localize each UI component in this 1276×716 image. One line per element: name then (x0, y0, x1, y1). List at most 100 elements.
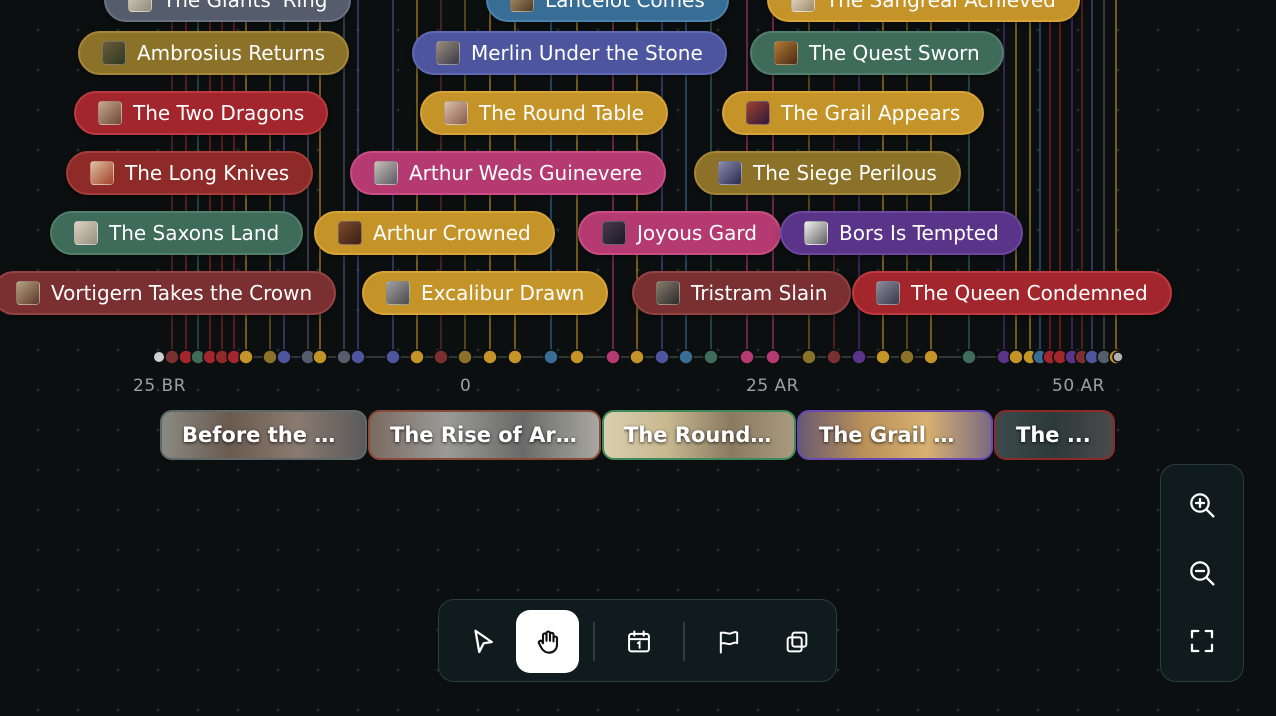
timeline-event-marker[interactable] (875, 349, 891, 365)
timeline-event-marker[interactable] (507, 349, 523, 365)
event-thumbnail (386, 281, 410, 305)
timeline-event-marker[interactable] (739, 349, 755, 365)
event-pill-saxons-land[interactable]: The Saxons Land (50, 211, 304, 255)
timeline-event-marker[interactable] (543, 349, 559, 365)
tool-palette (438, 599, 837, 682)
calendar-icon (627, 630, 650, 652)
timeline-event-marker[interactable] (654, 349, 670, 365)
duplicate-button[interactable] (765, 610, 828, 673)
event-pill-arthur-weds-guinevere[interactable]: Arthur Weds Guinevere (350, 151, 666, 195)
toolbar-divider (683, 622, 685, 661)
event-pill-lancelot-comes[interactable]: Lancelot Comes (486, 0, 729, 22)
add-marker-button[interactable] (697, 610, 760, 673)
event-pill-quest-sworn[interactable]: The Quest Sworn (750, 31, 1004, 75)
event-pill-two-dragons[interactable]: The Two Dragons (74, 91, 329, 135)
timeline-event-marker[interactable] (605, 349, 621, 365)
event-thumbnail (98, 101, 122, 125)
event-pill-long-knives[interactable]: The Long Knives (66, 151, 314, 195)
timeline-event-marker[interactable] (482, 349, 498, 365)
zoom-out-button[interactable] (1171, 545, 1233, 601)
timeline-event-marker[interactable] (433, 349, 449, 365)
event-thumbnail (436, 41, 460, 65)
add-event-button[interactable] (607, 610, 670, 673)
timeline-event-marker[interactable] (629, 349, 645, 365)
axis-tick-label: 50 AR (1052, 376, 1105, 396)
axis-tick-label: 25 BR (133, 376, 187, 396)
timeline-event-marker[interactable] (336, 349, 352, 365)
event-thumbnail (718, 161, 742, 185)
timeline-event-marker[interactable] (276, 349, 292, 365)
event-thumbnail (510, 0, 534, 12)
event-thumbnail (128, 0, 152, 12)
timeline-event-marker[interactable] (851, 349, 867, 365)
event-pill-round-table[interactable]: The Round Table (420, 91, 668, 135)
timeline-event-marker[interactable] (312, 349, 328, 365)
axis-tick-label: 25 AR (746, 376, 799, 396)
fit-to-screen-button[interactable] (1171, 613, 1233, 669)
event-thumbnail (774, 41, 798, 65)
era-bar[interactable]: Before the S... (160, 410, 367, 460)
pan-tool-button[interactable] (516, 610, 579, 673)
event-thumbnail (16, 281, 40, 305)
timeline-event-marker[interactable] (1008, 349, 1024, 365)
event-pill-vortigern-crown[interactable]: Vortigern Takes the Crown (0, 271, 337, 315)
event-thumbnail (374, 161, 398, 185)
axis-tick-label: 0 (460, 376, 472, 396)
timeline-event-marker[interactable] (385, 349, 401, 365)
era-bar[interactable]: The Rise of Art... (368, 410, 601, 460)
event-pill-tristram-slain[interactable]: Tristram Slain (632, 271, 852, 315)
timeline-event-marker[interactable] (1112, 351, 1124, 363)
event-thumbnail (876, 281, 900, 305)
timeline-event-marker[interactable] (262, 349, 278, 365)
event-pill-ambrosius-returns[interactable]: Ambrosius Returns (78, 31, 350, 75)
timeline-event-marker[interactable] (961, 349, 977, 365)
era-bar[interactable]: The ... (994, 410, 1115, 460)
event-thumbnail (656, 281, 680, 305)
toolbar-divider (593, 622, 595, 661)
era-bar[interactable]: The Grail Q... (797, 410, 993, 460)
event-pill-sangreal-achieved[interactable]: The Sangreal Achieved (767, 0, 1080, 22)
timeline-event-marker[interactable] (826, 349, 842, 365)
event-pill-grail-appears[interactable]: The Grail Appears (722, 91, 985, 135)
zoom-in-button[interactable] (1171, 477, 1233, 533)
event-thumbnail (102, 41, 126, 65)
event-thumbnail (444, 101, 468, 125)
event-pill-siege-perilous[interactable]: The Siege Perilous (694, 151, 961, 195)
timeline-event-marker[interactable] (703, 349, 719, 365)
timeline-event-marker[interactable] (457, 349, 473, 365)
era-bar[interactable]: The Round ... (602, 410, 796, 460)
zoom-controls (1160, 464, 1244, 682)
timeline-event-marker[interactable] (899, 349, 915, 365)
zoom-in-icon (1190, 493, 1215, 518)
timeline-event-marker[interactable] (350, 349, 366, 365)
event-pill-merlin-under-stone[interactable]: Merlin Under the Stone (412, 31, 727, 75)
cursor-arrow-icon (473, 629, 493, 653)
event-pill-bors-tempted[interactable]: Bors Is Tempted (780, 211, 1023, 255)
event-thumbnail (74, 221, 98, 245)
select-tool-button[interactable] (451, 610, 514, 673)
copy-icon (786, 631, 807, 652)
timeline-event-marker[interactable] (238, 349, 254, 365)
zoom-out-icon (1190, 561, 1215, 586)
event-pill-joyous-gard[interactable]: Joyous Gard (578, 211, 781, 255)
event-pill-giants-ring[interactable]: The Giants' Ring (104, 0, 352, 22)
event-pill-excalibur-drawn[interactable]: Excalibur Drawn (362, 271, 609, 315)
timeline-event-marker[interactable] (923, 349, 939, 365)
event-pill-queen-condemned[interactable]: The Queen Condemned (852, 271, 1172, 315)
timeline-event-marker[interactable] (409, 349, 425, 365)
event-thumbnail (338, 221, 362, 245)
timeline-event-marker[interactable] (164, 349, 180, 365)
timeline-event-marker[interactable] (569, 349, 585, 365)
event-thumbnail (90, 161, 114, 185)
event-pill-arthur-crowned[interactable]: Arthur Crowned (314, 211, 555, 255)
hand-icon (537, 630, 558, 654)
timeline-event-marker[interactable] (801, 349, 817, 365)
timeline-event-marker[interactable] (765, 349, 781, 365)
event-thumbnail (746, 101, 770, 125)
timeline-start-marker (154, 352, 164, 362)
timeline-event-marker[interactable] (678, 349, 694, 365)
event-thumbnail (804, 221, 828, 245)
flag-icon (719, 630, 738, 653)
event-thumbnail (602, 221, 626, 245)
event-thumbnail (791, 0, 815, 12)
